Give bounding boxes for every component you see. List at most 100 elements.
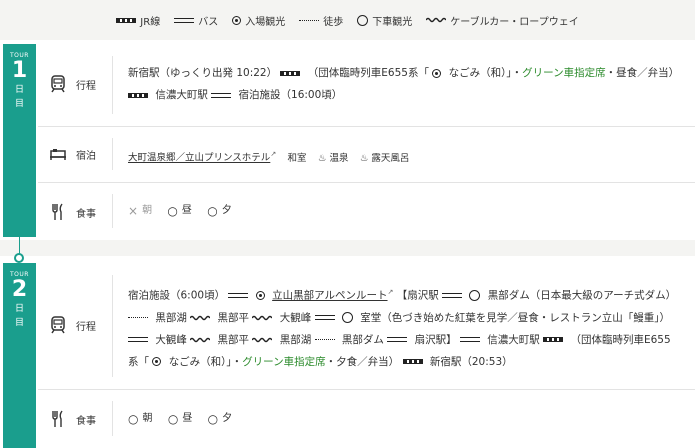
entry-sightseeing-icon bbox=[255, 291, 265, 300]
bus-line-icon bbox=[387, 337, 408, 342]
stop: 宿泊施設（16:00頃） bbox=[238, 89, 343, 101]
onsen-text: 温泉 bbox=[329, 152, 349, 164]
stop: 黒部平 bbox=[217, 311, 250, 324]
lodging-text: 大町温泉郷／立山プリンスホテル↗ 和室 ♨ 温泉 ♨ 露天風呂 bbox=[128, 143, 681, 170]
alpine-route-link[interactable]: 立山黒部アルペンルート bbox=[272, 290, 387, 302]
walk-line-icon bbox=[128, 317, 148, 318]
stop: 黒部ダム bbox=[341, 333, 384, 346]
day-connector-node bbox=[14, 253, 24, 263]
itinerary-label: 行程 bbox=[48, 74, 96, 94]
train-icon bbox=[51, 316, 65, 334]
meal-breakfast: ○ 朝 bbox=[128, 408, 152, 430]
stop: （団体臨時列車E655系「 bbox=[307, 67, 429, 79]
stop: 黒部湖 bbox=[155, 311, 187, 324]
day-separator bbox=[0, 240, 695, 256]
legend-cable: ケーブルカー・ロープウェイ bbox=[426, 13, 579, 28]
stop: 黒部平 bbox=[217, 333, 250, 346]
label-text: 食事 bbox=[76, 208, 96, 220]
entry-sightseeing-icon bbox=[152, 357, 162, 366]
green-seat-link[interactable]: グリーン車指定席 bbox=[242, 356, 325, 368]
outdoor-bath-icon: ♨ bbox=[359, 152, 369, 164]
day-number: 1 bbox=[11, 58, 28, 83]
bus-line-icon bbox=[314, 315, 335, 320]
cable-car-icon bbox=[190, 337, 211, 342]
meal-mark: ○ bbox=[207, 204, 218, 218]
green-seat-link[interactable]: グリーン車指定席 bbox=[522, 67, 605, 79]
bus-line-icon bbox=[442, 293, 463, 298]
label-text: 行程 bbox=[76, 80, 96, 92]
utensils-icon bbox=[52, 203, 63, 220]
stop: 黒部ダム（日本最大級のアーチ式ダム） bbox=[487, 289, 677, 302]
bus-line-icon bbox=[228, 293, 249, 298]
meal-text: 昼 bbox=[182, 413, 193, 424]
cable-car-icon bbox=[190, 315, 211, 320]
stop: ・夕食／弁当） bbox=[325, 355, 400, 368]
bus-line-icon bbox=[174, 17, 195, 23]
legend-walk: 徒歩 bbox=[299, 13, 343, 28]
legend-bar: JR線 バス 入場観光 徒歩 下車観光 ケーブルカー・ロープウェイ bbox=[0, 0, 695, 40]
outdoor-bath-text: 露天風呂 bbox=[371, 152, 410, 164]
onsen-tag: ♨ 温泉 bbox=[318, 153, 349, 164]
external-link-icon[interactable]: ↗ bbox=[270, 150, 276, 158]
legend-label: バス bbox=[198, 16, 219, 28]
stop: なごみ（和）」・ bbox=[448, 67, 523, 79]
stopover-sightseeing-icon bbox=[469, 290, 481, 301]
lodging-label: 宿泊 bbox=[48, 144, 96, 164]
day-2-tab: TOUR 2 日 目 bbox=[3, 263, 36, 448]
stop: 宿泊施設（6:00頃） bbox=[128, 289, 226, 302]
cable-car-icon bbox=[252, 337, 273, 342]
stop: 新宿駅（ゆっくり出発 10:22） bbox=[128, 67, 278, 79]
hotel-link[interactable]: 大町温泉郷／立山プリンスホテル bbox=[128, 153, 270, 164]
stopover-sightseeing-icon bbox=[357, 14, 369, 26]
legend-entry: 入場観光 bbox=[232, 13, 285, 28]
bus-line-icon bbox=[459, 337, 480, 342]
stop: 室堂（色づき始めた紅葉を見学／昼食・レストラン立山「鰻重」） bbox=[360, 311, 670, 324]
divider bbox=[112, 194, 113, 228]
legend-bus: バス bbox=[174, 13, 218, 28]
meals-text: ○ 朝 ○ 昼 ○ 夕 bbox=[128, 408, 681, 431]
meal-mark: ○ bbox=[128, 412, 139, 426]
legend-stopover: 下車観光 bbox=[357, 13, 412, 28]
outdoor-bath-tag: ♨ 露天風呂 bbox=[360, 153, 410, 164]
day-2-meals-row: 食事 ○ 朝 ○ 昼 ○ 夕 bbox=[38, 389, 695, 448]
day-1-lodging-row: 宿泊 大町温泉郷／立山プリンスホテル↗ 和室 ♨ 温泉 ♨ 露天風呂 bbox=[38, 126, 695, 183]
stopover-sightseeing-icon bbox=[341, 312, 353, 323]
entry-sightseeing-icon bbox=[432, 68, 442, 78]
meal-text: 朝 bbox=[142, 413, 153, 424]
entry-sightseeing-icon bbox=[232, 15, 242, 25]
train-icon bbox=[51, 75, 65, 93]
meals-label: 食事 bbox=[48, 202, 96, 222]
day-number: 2 bbox=[11, 277, 28, 302]
meal-text: 夕 bbox=[222, 413, 233, 424]
day-1-itinerary-row: 行程 新宿駅（ゆっくり出発 10:22） （団体臨時列車E655系「 なごみ（和… bbox=[38, 44, 695, 127]
stop: 信濃大町駅 bbox=[155, 89, 208, 101]
meal-mark: ○ bbox=[167, 204, 178, 218]
stop: 大観峰 bbox=[155, 333, 187, 346]
meal-text: 夕 bbox=[221, 205, 232, 216]
day-2-itinerary-row: 行程 宿泊施設（6:00頃） 立山黒部アルペンルート↗ 【扇沢駅 黒部ダム（日本… bbox=[38, 263, 695, 390]
meal-lunch: ○ 昼 bbox=[168, 408, 192, 430]
itinerary-text: 新宿駅（ゆっくり出発 10:22） （団体臨時列車E655系「 なごみ（和）」・… bbox=[128, 62, 681, 106]
day-char: 目 bbox=[14, 99, 24, 109]
divider bbox=[112, 401, 113, 436]
cable-car-icon bbox=[426, 17, 447, 23]
meal-text: 昼 bbox=[181, 205, 192, 216]
jr-line-icon bbox=[280, 70, 301, 76]
divider bbox=[112, 56, 113, 114]
stop: なごみ（和）」・ bbox=[168, 355, 243, 368]
meal-lunch: ○ 昼 bbox=[167, 200, 191, 222]
label-text: 行程 bbox=[76, 321, 96, 333]
utensils-icon bbox=[52, 410, 63, 427]
day-char: 目 bbox=[14, 318, 24, 328]
divider bbox=[112, 138, 113, 170]
walk-line-icon bbox=[299, 19, 320, 21]
stop: 信濃大町駅 bbox=[487, 333, 540, 346]
stop: 新宿駅（20:53） bbox=[429, 355, 513, 368]
label-text: 食事 bbox=[76, 415, 96, 427]
external-link-icon[interactable]: ↗ bbox=[388, 288, 394, 296]
itinerary-text: 宿泊施設（6:00頃） 立山黒部アルペンルート↗ 【扇沢駅 黒部ダム（日本最大級… bbox=[128, 281, 681, 373]
itinerary-label: 行程 bbox=[48, 315, 96, 335]
legend-label: 入場観光 bbox=[245, 16, 286, 28]
bus-line-icon bbox=[128, 337, 148, 342]
meal-dinner: ○ 夕 bbox=[208, 408, 232, 430]
